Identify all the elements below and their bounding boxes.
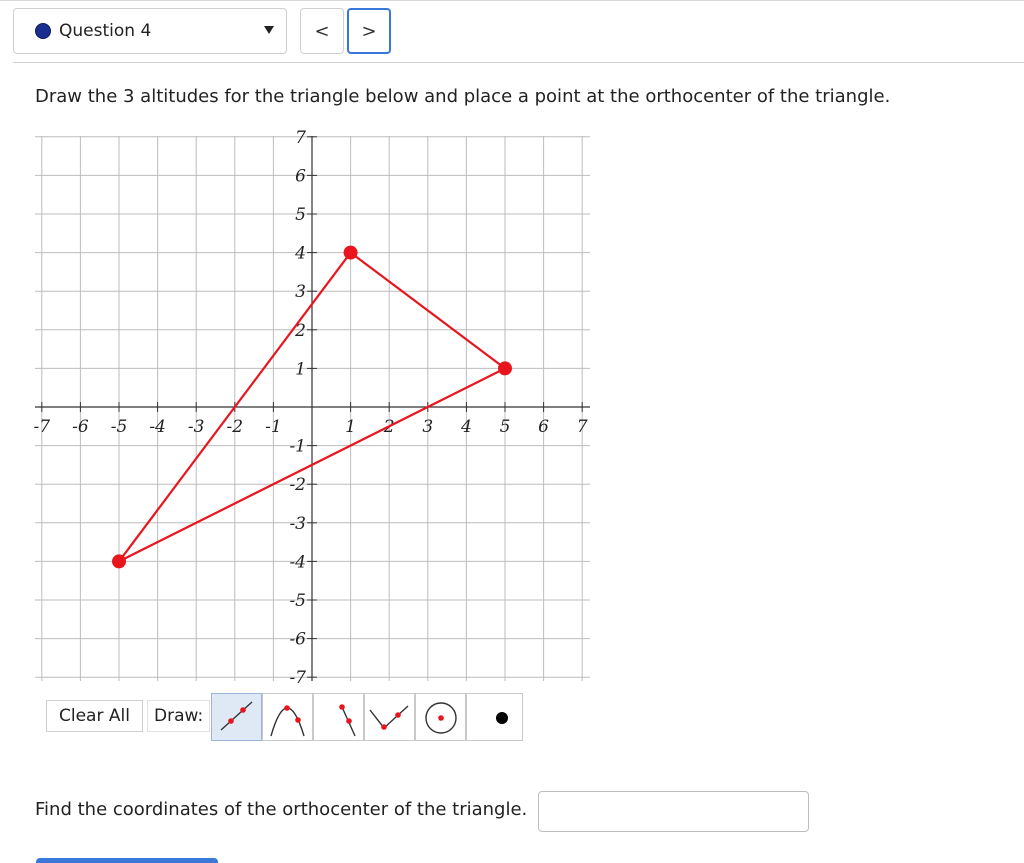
x-tick-label: 6 [538, 417, 549, 437]
x-tick-label: -5 [111, 417, 128, 437]
coordinate-graph[interactable]: -7-6-5-4-3-2-11234567 7654321-1-2-3-4-5-… [0, 125, 600, 690]
y-tick-label: 6 [295, 166, 306, 186]
x-tick-label: 4 [460, 417, 472, 437]
y-axis-labels: 7654321-1-2-3-4-5-6-7 [289, 128, 317, 688]
x-tick-label: -6 [72, 417, 89, 437]
axes [35, 136, 590, 681]
header-divider [13, 62, 1024, 63]
y-tick-label: -4 [289, 552, 306, 572]
chevron-right-icon: > [361, 20, 377, 42]
y-tick-label: 7 [295, 128, 306, 148]
y-tick-label: 4 [294, 244, 306, 264]
line-segment-icon [220, 701, 253, 731]
triangle-vertex[interactable] [343, 245, 358, 260]
triangle-vertex[interactable] [112, 554, 126, 569]
x-tick-label: -1 [265, 417, 282, 437]
submit-button[interactable] [36, 858, 218, 863]
triangle-vertex[interactable] [498, 361, 512, 376]
y-tick-label: -7 [289, 668, 306, 688]
x-tick-label: -7 [34, 417, 51, 437]
question-selector[interactable]: Question 4 [13, 8, 287, 54]
y-tick-label: 3 [295, 282, 306, 302]
vector-icon [369, 705, 409, 730]
caret-down-icon [264, 26, 274, 34]
point-icon [496, 712, 508, 724]
y-tick-label: -5 [289, 591, 306, 611]
question-status-dot [35, 23, 51, 39]
ray-tool[interactable] [313, 693, 364, 741]
x-tick-label: -2 [227, 417, 244, 437]
question-prompt: Draw the 3 altitudes for the triangle be… [35, 86, 891, 107]
y-tick-label: 5 [295, 205, 306, 225]
x-tick-label: 7 [577, 417, 588, 437]
draw-label: Draw: [147, 700, 211, 732]
x-tick-label: 5 [500, 417, 511, 437]
x-tick-label: -4 [149, 417, 166, 437]
y-tick-label: -6 [289, 630, 306, 650]
circle-tool[interactable] [415, 693, 466, 741]
clear-all-button[interactable]: Clear All [46, 700, 143, 732]
x-tick-label: -3 [188, 417, 205, 437]
ray-icon [339, 704, 356, 737]
parabola-tool[interactable] [262, 693, 313, 741]
y-tick-label: -3 [289, 514, 306, 534]
previous-question-button[interactable]: < [300, 8, 344, 54]
y-tick-label: -2 [289, 475, 306, 495]
circle-icon [425, 702, 457, 734]
question-label: Question 4 [59, 21, 152, 41]
x-tick-label: 3 [422, 417, 433, 437]
vector-tool[interactable] [364, 693, 415, 741]
y-tick-label: 1 [295, 359, 306, 379]
point-tool[interactable] [466, 693, 523, 741]
next-question-button[interactable]: > [347, 8, 391, 54]
y-tick-label: -1 [289, 437, 306, 457]
parabola-icon [270, 705, 305, 737]
orthocenter-answer-input[interactable] [538, 791, 809, 832]
x-tick-label: 1 [345, 417, 356, 437]
top-divider [0, 0, 1024, 1]
find-orthocenter-prompt: Find the coordinates of the orthocenter … [35, 799, 528, 820]
chevron-left-icon: < [314, 20, 330, 42]
line-segment-tool[interactable] [211, 693, 262, 741]
